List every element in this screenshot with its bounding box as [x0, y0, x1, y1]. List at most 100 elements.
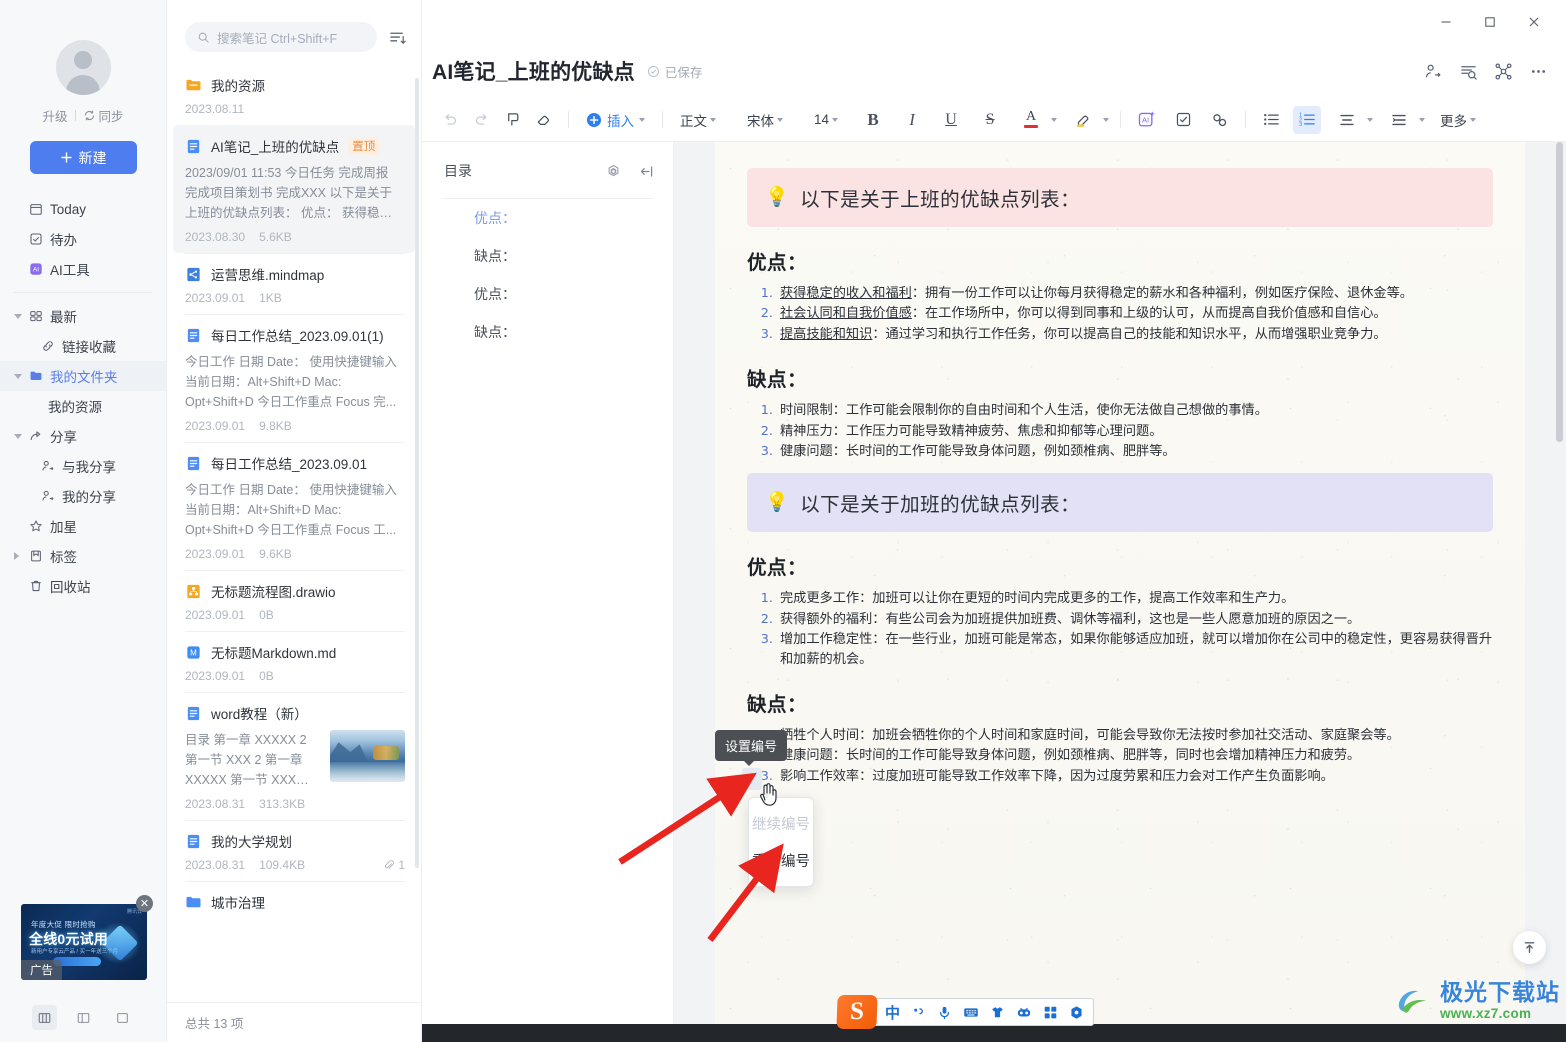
layout-three-column-button[interactable] — [32, 1005, 57, 1030]
avatar[interactable] — [55, 40, 111, 95]
ai-assist-button[interactable]: AI — [1132, 106, 1160, 134]
sidebar-item-my-folder[interactable]: 我的文件夹 — [0, 361, 166, 391]
chevron-down-icon[interactable] — [1051, 117, 1058, 122]
font-family-select[interactable]: 宋体 — [741, 106, 789, 134]
more-options-button[interactable]: 更多 — [1434, 106, 1482, 134]
indent-button[interactable] — [1385, 106, 1413, 134]
sidebar-item-label: 我的分享 — [62, 490, 116, 505]
sidebar-item-starred[interactable]: 加星 — [0, 511, 166, 541]
toc-item[interactable]: 优点： — [422, 199, 673, 237]
close-button[interactable] — [1514, 7, 1554, 37]
undo-button[interactable] — [436, 106, 464, 134]
insert-button[interactable]: 插入 — [580, 106, 651, 134]
chevron-down-icon[interactable] — [1419, 117, 1426, 122]
document-scrollbar[interactable] — [1556, 142, 1563, 442]
chevron-down-icon[interactable] — [14, 373, 22, 379]
sync-button[interactable]: 同步 — [83, 106, 124, 125]
sidebar-item-ai-tools[interactable]: AI AI工具 — [0, 254, 166, 284]
file-body-text: 目录 第一章 XXXXX 2 第一节 XXX 2 第一章 XXXXX 第一节 X… — [185, 723, 320, 790]
sidebar-item-share[interactable]: 分享 — [0, 421, 166, 451]
list-item[interactable]: 无标题流程图.drawio 2023.09.01 0B — [167, 570, 421, 631]
sidebar-item-my-shares[interactable]: 我的分享 — [0, 481, 166, 511]
mindmap-icon[interactable] — [1494, 62, 1513, 81]
emoji-icon[interactable] — [1016, 1006, 1032, 1019]
paragraph-style-select[interactable]: 正文 — [674, 106, 722, 134]
find-icon[interactable] — [1459, 62, 1478, 81]
layout-single-column-button[interactable] — [110, 1005, 135, 1030]
ime-toolbar[interactable]: S 中 — [836, 995, 1095, 1029]
mic-icon[interactable] — [937, 1005, 952, 1020]
chevron-down-icon[interactable] — [14, 313, 22, 319]
file-list-scrollbar[interactable] — [415, 78, 419, 868]
list-item[interactable]: 城市治理 — [167, 881, 421, 921]
more-icon[interactable] — [1529, 62, 1548, 81]
list-item[interactable]: word教程（新） 目录 第一章 XXXXX 2 第一节 XXX 2 第一章 X… — [167, 692, 421, 820]
upgrade-link[interactable]: 升级 — [42, 106, 67, 125]
share-user-icon[interactable] — [1424, 62, 1443, 81]
chevron-down-icon[interactable] — [1103, 117, 1110, 122]
sidebar-item-tags[interactable]: 标签 — [0, 541, 166, 571]
ad-banner[interactable]: 腾讯云 年度大促 限时抢购 全线0元试用 新用户专享云产品 / 买一年送三个月 … — [21, 895, 153, 980]
bullet-list-button[interactable] — [1257, 106, 1285, 134]
toc-item[interactable]: 缺点： — [422, 313, 673, 351]
sidebar-item-today[interactable]: Today — [0, 194, 166, 224]
sort-button[interactable] — [387, 27, 407, 47]
close-icon[interactable]: ✕ — [136, 895, 153, 912]
sidebar-item-trash[interactable]: 回收站 — [0, 571, 166, 601]
ad-image[interactable]: 腾讯云 年度大促 限时抢购 全线0元试用 新用户专享云产品 / 买一年送三个月 … — [21, 904, 147, 980]
file-name: 我的资源 — [211, 79, 265, 94]
list-item[interactable]: 每日工作总结_2023.09.01(1) 今日工作 日期 Date： 使用快捷键… — [167, 314, 421, 442]
list-item-selected[interactable]: AI笔记_上班的优缺点 置顶 2023/09/01 11:53 今日任务 完成周… — [173, 125, 415, 253]
ai-icon: AI — [1138, 111, 1154, 127]
list-item[interactable]: 我的资源 2023.08.11 — [167, 64, 421, 125]
sidebar-item-my-resources[interactable]: 我的资源 — [0, 391, 166, 421]
bold-button[interactable]: B — [859, 106, 887, 134]
sidebar-item-todo[interactable]: 待办 — [0, 224, 166, 254]
todo-button[interactable] — [1169, 106, 1197, 134]
link-button[interactable] — [1206, 106, 1234, 134]
highlight-button[interactable] — [1069, 106, 1097, 134]
ordered-list-button[interactable]: 1 2 3 — [1293, 105, 1322, 134]
document-page[interactable]: 💡 以下是关于上班的优缺点列表： 优点： 获得稳定的收入和福利：拥有一份工作可以… — [715, 142, 1525, 1024]
ime-mode-toggle[interactable]: 中 — [885, 1002, 900, 1023]
underline-button[interactable]: U — [937, 106, 965, 134]
minimize-button[interactable] — [1426, 7, 1466, 37]
toc-item[interactable]: 缺点： — [422, 237, 673, 275]
italic-button[interactable]: I — [898, 106, 926, 134]
layout-two-column-button[interactable] — [71, 1005, 96, 1030]
new-button[interactable]: 新建 — [29, 141, 137, 174]
sidebar-item-shared-with-me[interactable]: 与我分享 — [0, 451, 166, 481]
comment-button[interactable] — [498, 106, 526, 134]
list-item[interactable]: 每日工作总结_2023.09.01 今日工作 日期 Date： 使用快捷键输入当… — [167, 442, 421, 570]
font-color-button[interactable]: A — [1017, 106, 1045, 134]
page-title[interactable]: AI笔记_上班的优缺点 — [432, 56, 635, 86]
keyboard-icon[interactable] — [963, 1005, 979, 1020]
redo-button[interactable] — [467, 106, 495, 134]
apps-icon[interactable] — [1043, 1005, 1058, 1020]
align-button[interactable] — [1333, 106, 1361, 134]
font-size-select[interactable]: 14 — [808, 106, 844, 134]
list-number-highlight[interactable] — [742, 768, 762, 790]
collapse-toc-icon[interactable] — [638, 163, 655, 180]
gear-icon[interactable] — [605, 163, 622, 180]
chevron-right-icon[interactable] — [14, 552, 23, 560]
sidebar-item-recent[interactable]: 最新 — [0, 301, 166, 331]
back-to-top-button[interactable] — [1513, 931, 1546, 964]
skin-icon[interactable] — [990, 1005, 1005, 1020]
file-date: 2023.08.30 — [185, 230, 246, 244]
list-item[interactable]: M 无标题Markdown.md 2023.09.01 0B — [167, 631, 421, 692]
maximize-button[interactable] — [1470, 7, 1510, 37]
menu-item-restart-numbering[interactable]: 重新编号 — [749, 842, 813, 879]
list-item[interactable]: 运营思维.mindmap 2023.09.01 1KB — [167, 253, 421, 314]
chevron-down-icon[interactable] — [1367, 117, 1374, 122]
strikethrough-button[interactable]: S — [976, 106, 1004, 134]
settings-icon[interactable] — [1069, 1005, 1084, 1020]
sogou-logo-icon[interactable]: S — [836, 995, 878, 1029]
clear-format-button[interactable] — [529, 106, 557, 134]
sidebar-item-link-collection[interactable]: 链接收藏 — [0, 331, 166, 361]
punctuation-icon[interactable] — [911, 1005, 926, 1020]
search-input[interactable]: 搜索笔记 Ctrl+Shift+F — [185, 22, 377, 52]
list-item[interactable]: 我的大学规划 2023.08.31 109.4KB 1 — [167, 820, 421, 881]
chevron-down-icon[interactable] — [14, 433, 22, 439]
toc-item[interactable]: 优点： — [422, 275, 673, 313]
